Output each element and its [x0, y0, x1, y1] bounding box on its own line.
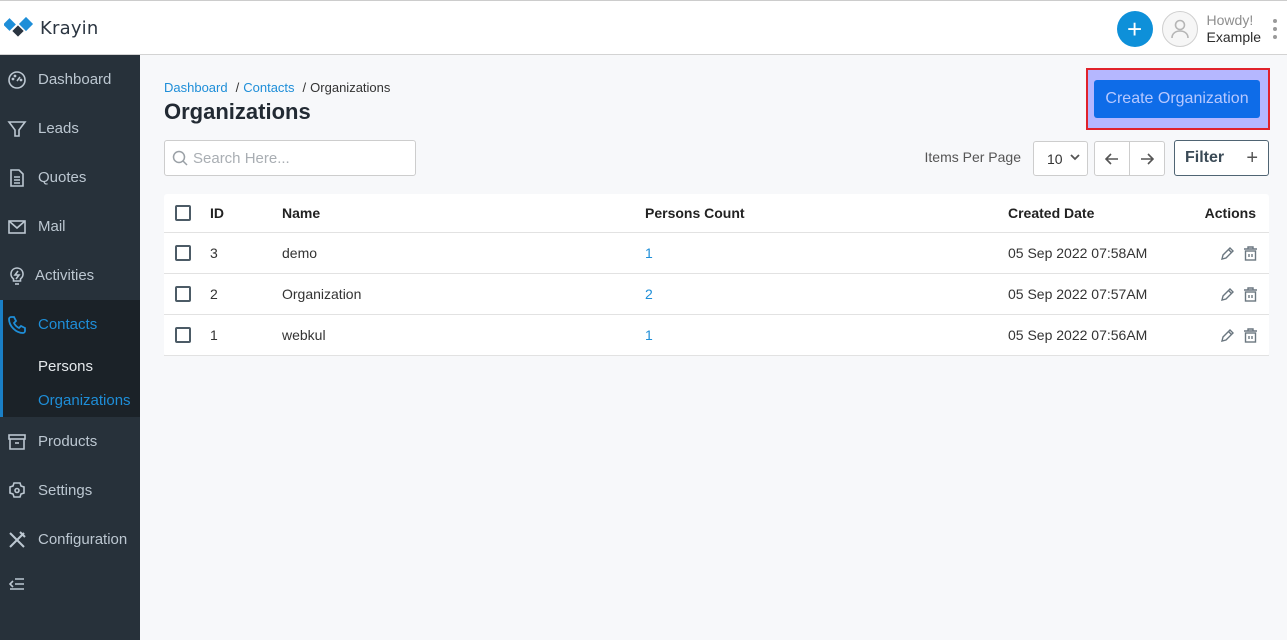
- row-checkbox[interactable]: [175, 327, 191, 343]
- table-row: 1 webkul 1 05 Sep 2022 07:56AM: [164, 315, 1269, 356]
- column-header-name[interactable]: Name: [282, 205, 645, 221]
- chevron-down-icon: [1070, 154, 1080, 161]
- cell-id: 3: [210, 245, 218, 261]
- sidebar-subitem-persons[interactable]: Persons: [3, 349, 140, 383]
- sidebar-item-label: Mail: [38, 218, 66, 235]
- search-icon: [172, 150, 188, 166]
- phone-icon: [7, 315, 27, 335]
- cell-created-date: 05 Sep 2022 07:56AM: [1008, 327, 1148, 343]
- user-icon: [1170, 19, 1189, 39]
- sidebar-item-label: Dashboard: [38, 71, 112, 88]
- sidebar-item-label: Products: [38, 433, 98, 450]
- pagination: [1094, 141, 1165, 176]
- edit-pencil-icon[interactable]: [1219, 327, 1236, 344]
- next-page-button[interactable]: [1130, 142, 1164, 175]
- search-input[interactable]: [193, 149, 403, 167]
- edit-pencil-icon[interactable]: [1219, 286, 1236, 303]
- delete-trash-icon[interactable]: [1242, 327, 1259, 344]
- cell-id: 2: [210, 286, 218, 302]
- table-header: ID Name Persons Count Created Date Actio…: [164, 194, 1269, 233]
- sidebar-item-configuration[interactable]: Configuration: [0, 515, 140, 564]
- page-title: Organizations: [164, 99, 311, 124]
- items-per-page-label: Items Per Page: [924, 149, 1022, 165]
- sidebar-item-label: Leads: [38, 120, 79, 137]
- funnel-icon: [7, 119, 27, 139]
- dashboard-gauge-icon: [7, 70, 27, 90]
- arrow-right-icon: [1141, 152, 1154, 165]
- column-header-id[interactable]: ID: [202, 205, 282, 221]
- row-checkbox[interactable]: [175, 286, 191, 302]
- sidebar-item-mail[interactable]: Mail: [0, 202, 140, 251]
- edit-pencil-icon[interactable]: [1219, 245, 1236, 262]
- cell-name: demo: [282, 245, 318, 261]
- gear-icon: [7, 481, 27, 501]
- avatar[interactable]: [1161, 11, 1198, 47]
- lightbulb-icon: [7, 266, 27, 286]
- items-per-page-select[interactable]: 10: [1033, 141, 1088, 176]
- sidebar-item-label: Configuration: [38, 531, 128, 548]
- breadcrumb: Dashboard / Contacts / Organizations: [164, 80, 391, 95]
- column-header-persons-count[interactable]: Persons Count: [645, 205, 1008, 221]
- cell-name: webkul: [282, 327, 326, 343]
- row-checkbox[interactable]: [175, 245, 191, 261]
- krayin-logo-icon: [4, 17, 34, 37]
- cell-created-date: 05 Sep 2022 07:58AM: [1008, 245, 1148, 261]
- delete-trash-icon[interactable]: [1242, 286, 1259, 303]
- sidebar-subitem-organizations[interactable]: Organizations: [3, 383, 140, 417]
- table-row: 2 Organization 2 05 Sep 2022 07:57AM: [164, 274, 1269, 315]
- user-name: Example: [1206, 29, 1261, 45]
- user-info[interactable]: Howdy! Example: [1207, 12, 1261, 46]
- kebab-menu-icon[interactable]: [1263, 19, 1287, 39]
- logo[interactable]: Krayin: [4, 17, 99, 39]
- sidebar-item-activities[interactable]: Activities: [0, 251, 140, 300]
- cell-persons-count[interactable]: 1: [645, 245, 1008, 261]
- plus-icon: +: [1246, 147, 1258, 169]
- arrow-left-icon: [1105, 152, 1118, 165]
- create-button-highlight: Create Organization: [1086, 68, 1270, 130]
- column-header-created-date[interactable]: Created Date: [1008, 205, 1169, 221]
- previous-page-button[interactable]: [1095, 142, 1130, 175]
- create-organization-button[interactable]: Create Organization: [1094, 80, 1260, 118]
- sidebar: Dashboard Leads Quotes Mail Activities C…: [0, 55, 140, 640]
- collapse-sidebar-button[interactable]: [0, 564, 140, 604]
- table-row: 3 demo 1 05 Sep 2022 07:58AM: [164, 233, 1269, 274]
- quick-add-button[interactable]: +: [1116, 11, 1153, 47]
- collapse-menu-icon: [9, 578, 24, 590]
- sidebar-group-contacts: Contacts Persons Organizations: [0, 300, 140, 417]
- cell-name: Organization: [282, 286, 362, 302]
- plus-icon: +: [1126, 14, 1143, 44]
- cell-id: 1: [210, 327, 218, 343]
- organizations-table: ID Name Persons Count Created Date Actio…: [164, 194, 1269, 356]
- top-bar: Krayin + Howdy! Example: [0, 0, 1287, 55]
- cell-created-date: 05 Sep 2022 07:57AM: [1008, 286, 1148, 302]
- breadcrumb-current: Organizations: [310, 80, 391, 95]
- sidebar-item-products[interactable]: Products: [0, 417, 140, 466]
- greeting: Howdy!: [1206, 12, 1254, 28]
- archive-box-icon: [7, 432, 27, 452]
- breadcrumb-contacts[interactable]: Contacts: [243, 80, 294, 95]
- items-per-page-value: 10: [1047, 150, 1063, 167]
- cell-persons-count[interactable]: 1: [645, 327, 1008, 343]
- breadcrumb-dashboard[interactable]: Dashboard: [164, 80, 228, 95]
- sidebar-item-settings[interactable]: Settings: [0, 466, 140, 515]
- select-all-checkbox[interactable]: [175, 205, 191, 221]
- sidebar-item-label: Activities: [35, 267, 95, 284]
- column-header-actions: Actions: [1204, 205, 1256, 221]
- filter-button[interactable]: Filter +: [1174, 140, 1269, 176]
- sidebar-item-label: Settings: [38, 482, 93, 499]
- sidebar-item-label: Contacts: [38, 316, 98, 333]
- envelope-icon: [7, 217, 27, 237]
- document-icon: [7, 168, 27, 188]
- cell-persons-count[interactable]: 2: [645, 286, 1008, 302]
- filter-label: Filter: [1185, 149, 1225, 166]
- sidebar-item-contacts[interactable]: Contacts: [3, 300, 140, 349]
- sidebar-item-label: Quotes: [38, 169, 87, 186]
- sidebar-item-leads[interactable]: Leads: [0, 104, 140, 153]
- sidebar-item-quotes[interactable]: Quotes: [0, 153, 140, 202]
- sidebar-item-dashboard[interactable]: Dashboard: [0, 55, 140, 104]
- tools-icon: [7, 530, 27, 550]
- search-box: [164, 140, 416, 176]
- delete-trash-icon[interactable]: [1242, 245, 1259, 262]
- app-name: Krayin: [40, 17, 99, 39]
